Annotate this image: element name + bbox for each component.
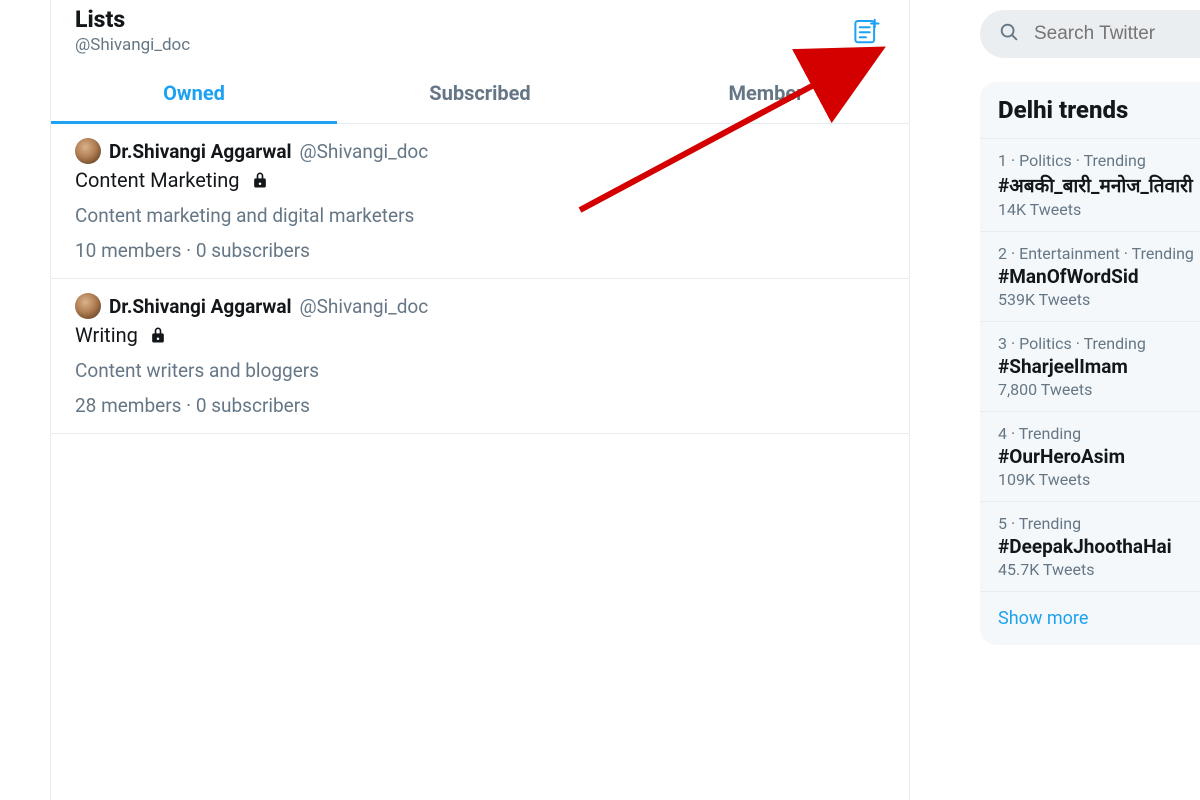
lists-panel: Lists @Shivangi_doc <box>50 0 910 800</box>
show-more-link[interactable]: Show more <box>980 592 1200 645</box>
trend-item[interactable]: 1 · Politics · Trending #अबकी_बारी_मनोज_… <box>980 139 1200 232</box>
list-author-handle: @Shivangi_doc <box>300 295 429 318</box>
tab-subscribed[interactable]: Subscribed <box>337 63 623 123</box>
trend-meta: 3 · Politics · Trending <box>998 334 1200 353</box>
trend-count: 45.7K Tweets <box>998 560 1200 579</box>
list-author-name: Dr.Shivangi Aggarwal <box>109 295 292 318</box>
search-input[interactable] <box>1034 23 1200 45</box>
trends-panel: Delhi trends 1 · Politics · Trending #अब… <box>980 82 1200 645</box>
lists-tabs: Owned Subscribed Member <box>51 63 909 124</box>
trend-name: #DeepakJhoothaHai <box>998 535 1200 558</box>
search-box[interactable] <box>980 10 1200 58</box>
create-list-icon <box>851 16 881 50</box>
right-sidebar: Delhi trends 1 · Politics · Trending #अब… <box>960 0 1200 800</box>
lock-icon <box>250 170 270 190</box>
list-author-handle: @Shivangi_doc <box>300 140 429 163</box>
list-title: Writing <box>75 323 138 347</box>
page-title: Lists <box>75 6 190 33</box>
trend-item[interactable]: 3 · Politics · Trending #SharjeelImam 7,… <box>980 322 1200 412</box>
trend-name: #SharjeelImam <box>998 355 1200 378</box>
trend-meta: 1 · Politics · Trending <box>998 151 1200 170</box>
trend-name: #ManOfWordSid <box>998 265 1200 288</box>
trend-count: 7,800 Tweets <box>998 380 1200 399</box>
list-stats: 10 members · 0 subscribers <box>75 239 885 262</box>
avatar <box>75 138 101 164</box>
trend-item[interactable]: 5 · Trending #DeepakJhoothaHai 45.7K Twe… <box>980 502 1200 592</box>
search-icon <box>998 21 1020 47</box>
lock-icon <box>148 325 168 345</box>
trends-title: Delhi trends <box>980 82 1200 139</box>
create-list-button[interactable] <box>849 16 883 50</box>
list-title: Content Marketing <box>75 168 240 192</box>
trend-meta: 2 · Entertainment · Trending <box>998 244 1200 263</box>
lists-header: Lists @Shivangi_doc <box>51 0 909 63</box>
trend-meta: 5 · Trending <box>998 514 1200 533</box>
trend-count: 109K Tweets <box>998 470 1200 489</box>
tab-member[interactable]: Member <box>623 63 909 123</box>
trend-name: #अबकी_बारी_मनोज_तिवारी <box>998 172 1200 198</box>
trend-count: 539K Tweets <box>998 290 1200 309</box>
list-description: Content marketing and digital marketers <box>75 204 885 227</box>
list-description: Content writers and bloggers <box>75 359 885 382</box>
trend-item[interactable]: 2 · Entertainment · Trending #ManOfWordS… <box>980 232 1200 322</box>
trend-name: #OurHeroAsim <box>998 445 1200 468</box>
list-stats: 28 members · 0 subscribers <box>75 394 885 417</box>
avatar <box>75 293 101 319</box>
trend-meta: 4 · Trending <box>998 424 1200 443</box>
list-item[interactable]: Dr.Shivangi Aggarwal @Shivangi_doc Writi… <box>51 279 909 434</box>
list-item[interactable]: Dr.Shivangi Aggarwal @Shivangi_doc Conte… <box>51 124 909 279</box>
trend-count: 14K Tweets <box>998 200 1200 219</box>
tab-owned[interactable]: Owned <box>51 63 337 123</box>
trend-item[interactable]: 4 · Trending #OurHeroAsim 109K Tweets <box>980 412 1200 502</box>
page-handle: @Shivangi_doc <box>75 35 190 55</box>
list-author-name: Dr.Shivangi Aggarwal <box>109 140 292 163</box>
